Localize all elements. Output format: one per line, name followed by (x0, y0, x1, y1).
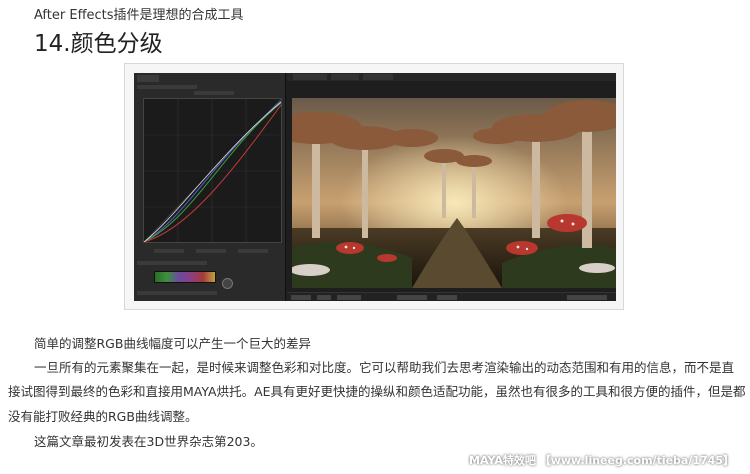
rgb-curves-graph (143, 98, 282, 243)
viewer-tab (293, 74, 327, 80)
paragraph-body-line-3: 没有能打败经典的RGB曲线调整。 (8, 409, 198, 424)
viewer-toolbar-item (291, 295, 311, 300)
effects-panel-tab (137, 75, 159, 82)
viewer-tab (331, 74, 359, 80)
viewer-toolbar (287, 292, 616, 301)
viewer-toolbar-item (337, 295, 361, 300)
viewer-tab (363, 74, 393, 80)
paragraph-body-line-1: 一旦所有的元素聚集在一起，是时候来调整色彩和对比度。它可以帮助我们去思考渲染输出… (34, 360, 735, 375)
site-watermark: MAYA特效吧 【www.lineeg.com/tieba/1745】 (469, 454, 734, 467)
after-effects-screenshot (134, 73, 616, 301)
section-title: 14.颜色分级 (34, 31, 163, 57)
screenshot-figure (124, 63, 624, 310)
paragraph-body-line-2: 接试图得到最终的色彩和直接用MAYA烘托。AE具有更好更快捷的操纵和颜色适配功能… (8, 384, 746, 399)
pre-title: After Effects插件是理想的合成工具 (34, 8, 244, 23)
readout-field (196, 249, 226, 253)
panel-row (137, 291, 217, 295)
mushroom-forest-render (292, 98, 616, 288)
readout-field (238, 249, 268, 253)
viewer-toolbar-item (567, 295, 607, 300)
color-gradient-bar (154, 271, 216, 283)
viewer-toolbar-item (317, 295, 331, 300)
viewer-toolbar-item (437, 295, 457, 300)
angle-knob (222, 278, 233, 289)
paragraph-source-note: 这篇文章最初发表在3D世界杂志第203。 (34, 434, 263, 449)
panel-row (194, 91, 234, 95)
viewer-tabs (287, 73, 616, 81)
readout-field (154, 249, 184, 253)
paragraph-summary: 简单的调整RGB曲线幅度可以产生一个巨大的差异 (34, 336, 311, 351)
panel-row (137, 261, 207, 265)
composition-viewer (292, 98, 616, 288)
effects-panel (134, 73, 286, 301)
red-curve (144, 104, 281, 242)
viewer-toolbar-item (397, 295, 427, 300)
panel-row (137, 85, 197, 89)
